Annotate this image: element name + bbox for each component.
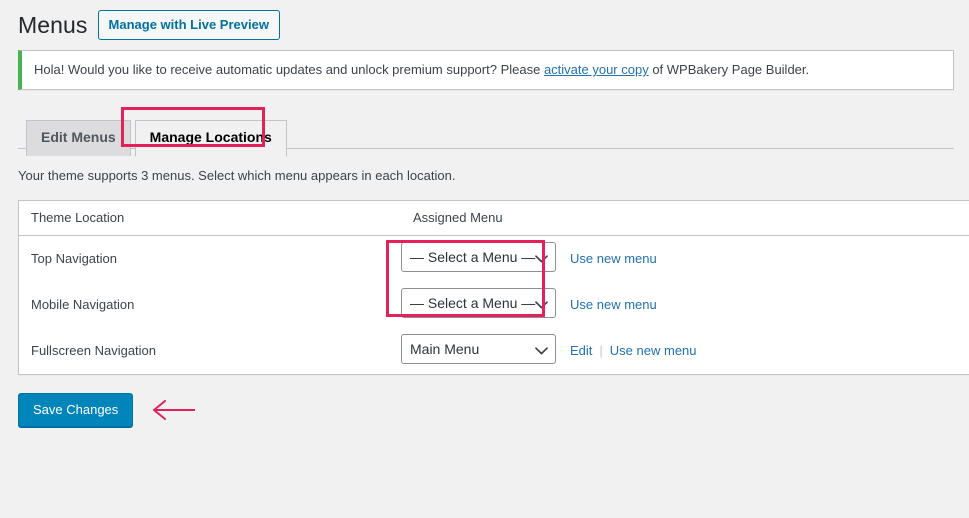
locations-description: Your theme supports 3 menus. Select whic…	[18, 168, 456, 183]
theme-location-name: Top Navigation	[31, 251, 117, 266]
assigned-menu-cell: — Select a Menu — Use new menu	[401, 282, 969, 328]
table-row: Mobile Navigation — Select a Menu — Use …	[19, 282, 969, 328]
menus-tab-bar: Edit Menus Manage Locations	[18, 110, 954, 157]
assigned-menu-cell: Main Menu Edit | Use new menu	[401, 328, 969, 375]
assign-wrap: — Select a Menu — Use new menu	[401, 242, 969, 275]
assigned-menu-select-fullscreen-navigation[interactable]: Main Menu	[401, 334, 556, 364]
row-links: Edit | Use new menu	[570, 343, 697, 358]
table-header-row: Theme Location Assigned Menu	[18, 200, 969, 236]
table-body: Top Navigation — Select a Menu — Use new…	[19, 235, 969, 374]
page-header: Menus Manage with Live Preview	[0, 0, 969, 40]
use-new-menu-link[interactable]: Use new menu	[610, 343, 697, 358]
theme-location-name: Fullscreen Navigation	[31, 343, 157, 358]
column-header-theme-location: Theme Location	[18, 200, 401, 236]
column-header-assigned-menu: Assigned Menu	[401, 200, 969, 236]
table-row: Fullscreen Navigation Main Menu Edit | Use…	[19, 328, 969, 375]
row-links: Use new menu	[570, 297, 657, 312]
tab-manage-locations[interactable]: Manage Locations	[134, 120, 287, 157]
use-new-menu-link[interactable]: Use new menu	[570, 251, 657, 266]
assign-wrap: — Select a Menu — Use new menu	[401, 288, 969, 321]
select-shell: — Select a Menu —	[401, 288, 556, 321]
notice-text: Hola! Would you like to receive automati…	[34, 60, 809, 80]
submit-area: Save Changes	[18, 392, 969, 427]
select-shell: — Select a Menu —	[401, 242, 556, 275]
notice-text-before: Hola! Would you like to receive automati…	[34, 62, 544, 78]
menu-locations-table: Theme Location Assigned Menu Top Navigat…	[18, 199, 969, 375]
manage-with-live-preview-button[interactable]: Manage with Live Preview	[97, 10, 280, 40]
assigned-menu-cell: — Select a Menu — Use new menu	[401, 235, 969, 282]
assigned-menu-select-mobile-navigation[interactable]: — Select a Menu —	[401, 288, 556, 318]
plugin-activation-notice: Hola! Would you like to receive automati…	[18, 50, 954, 90]
page-title: Menus	[18, 11, 88, 38]
row-links: Use new menu	[570, 251, 657, 266]
activate-your-copy-link[interactable]: activate your copy	[544, 62, 649, 77]
select-shell: Main Menu	[401, 334, 556, 367]
notice-text-after: of WPBakery Page Builder.	[648, 62, 810, 78]
assigned-menu-select-top-navigation[interactable]: — Select a Menu —	[401, 242, 556, 272]
table-head: Theme Location Assigned Menu	[18, 200, 969, 236]
assign-wrap: Main Menu Edit | Use new menu	[401, 334, 969, 367]
theme-location-name: Mobile Navigation	[31, 297, 135, 312]
save-changes-button[interactable]: Save Changes	[18, 392, 134, 427]
link-separator: |	[599, 343, 603, 358]
annotation-arrow-pointing-to-save	[151, 399, 197, 420]
tab-edit-menus[interactable]: Edit Menus	[26, 120, 131, 156]
table-row: Top Navigation — Select a Menu — Use new…	[19, 235, 969, 282]
edit-menu-link[interactable]: Edit	[570, 343, 592, 358]
use-new-menu-link[interactable]: Use new menu	[570, 297, 657, 312]
